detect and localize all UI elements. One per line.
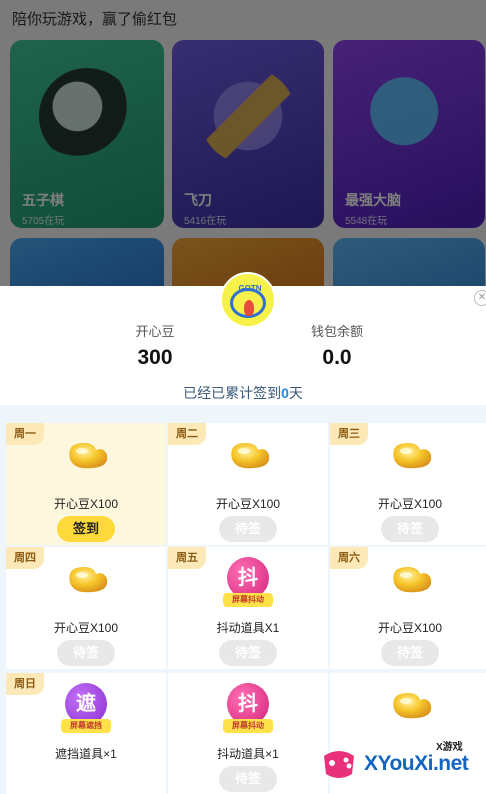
signin-count: 0 [281, 385, 289, 401]
site-watermark: X游戏 XYouXi.net [318, 736, 486, 794]
tool-banner: 屏幕抖动 [223, 593, 273, 607]
bean-icon [393, 693, 432, 719]
bean-icon [69, 567, 108, 593]
day-card[interactable]: 周六开心豆X100 待签 [330, 547, 486, 669]
reward-label: 开心豆X100 [215, 497, 281, 511]
day-card[interactable]: 抖屏幕抖动抖动道具×1 待签 [168, 673, 328, 794]
pending-button[interactable]: 待签 [57, 640, 115, 666]
day-tag: 周六 [330, 547, 368, 569]
signin-suffix: 天 [288, 385, 303, 401]
signin-prefix: 已经已累计签到 [183, 385, 282, 401]
day-tag: 周四 [6, 547, 44, 569]
day-card[interactable]: 周日遮屏幕遮挡遮挡道具×1 [6, 673, 166, 794]
day-card[interactable]: 周一开心豆X100 签到 [6, 423, 166, 545]
close-icon[interactable]: ✕ [474, 290, 486, 306]
pending-button[interactable]: 待签 [381, 640, 439, 666]
pending-button[interactable]: 待签 [219, 766, 277, 792]
bean-icon [393, 567, 432, 593]
day-tag: 周一 [6, 423, 44, 445]
bean-icon [393, 443, 432, 469]
shake-tool-icon: 抖屏幕抖动 [223, 557, 273, 607]
reward-label: 开心豆X100 [53, 497, 119, 511]
pending-button[interactable]: 待签 [381, 516, 439, 542]
reward-label: 抖动道具X1 [216, 621, 280, 635]
reward-label: 抖动道具×1 [217, 747, 279, 761]
reward-label: 开心豆X100 [377, 621, 443, 635]
watermark-tag: X游戏 [436, 742, 463, 753]
signin-summary: 已经已累计签到0天 [0, 383, 486, 403]
reward-label: 遮挡道具×1 [55, 747, 117, 761]
stat-label: 开心豆 [135, 324, 175, 339]
modal-overlay[interactable] [0, 0, 486, 300]
bean-icon [231, 443, 270, 469]
day-tag: 周日 [6, 673, 44, 695]
bean-icon [69, 443, 108, 469]
day-card[interactable]: 周五抖屏幕抖动抖动道具X1 待签 [168, 547, 328, 669]
day-card[interactable]: 周四开心豆X100 待签 [6, 547, 166, 669]
day-tag: 周三 [330, 423, 368, 445]
block-tool-icon: 遮屏幕遮挡 [61, 683, 111, 733]
day-tag: 周二 [168, 423, 206, 445]
signin-button[interactable]: 签到 [57, 516, 115, 542]
app-logo-avatar: GOTN [220, 272, 276, 328]
stat-value: 300 [137, 346, 173, 369]
pending-button[interactable]: 待签 [219, 516, 277, 542]
background-page: 陪你玩游戏，赢了偷红包 五子棋 5705在玩 飞刀 5416在玩 最强大脑 55… [0, 0, 486, 300]
gamepad-logo-icon [324, 751, 354, 778]
tool-banner: 屏幕抖动 [223, 719, 273, 733]
stat-label: 钱包余额 [310, 324, 363, 339]
watermark-text: XYouXi.net [364, 752, 469, 775]
day-card[interactable]: 周三开心豆X100 待签 [330, 423, 486, 545]
pending-button[interactable]: 待签 [219, 640, 277, 666]
stat-happy-beans: 开心豆 300 [110, 321, 200, 370]
reward-label: 开心豆X100 [377, 497, 443, 511]
tool-banner: 屏幕遮挡 [61, 719, 111, 733]
day-tag: 周五 [168, 547, 206, 569]
day-card[interactable]: 周二开心豆X100 待签 [168, 423, 328, 545]
reward-label: 开心豆X100 [53, 621, 119, 635]
stat-value: 0.0 [322, 346, 352, 369]
stat-wallet-balance: 钱包余额 0.0 [292, 321, 382, 370]
logo-flame-icon [244, 300, 254, 316]
shake-tool-icon: 抖屏幕抖动 [223, 683, 273, 733]
